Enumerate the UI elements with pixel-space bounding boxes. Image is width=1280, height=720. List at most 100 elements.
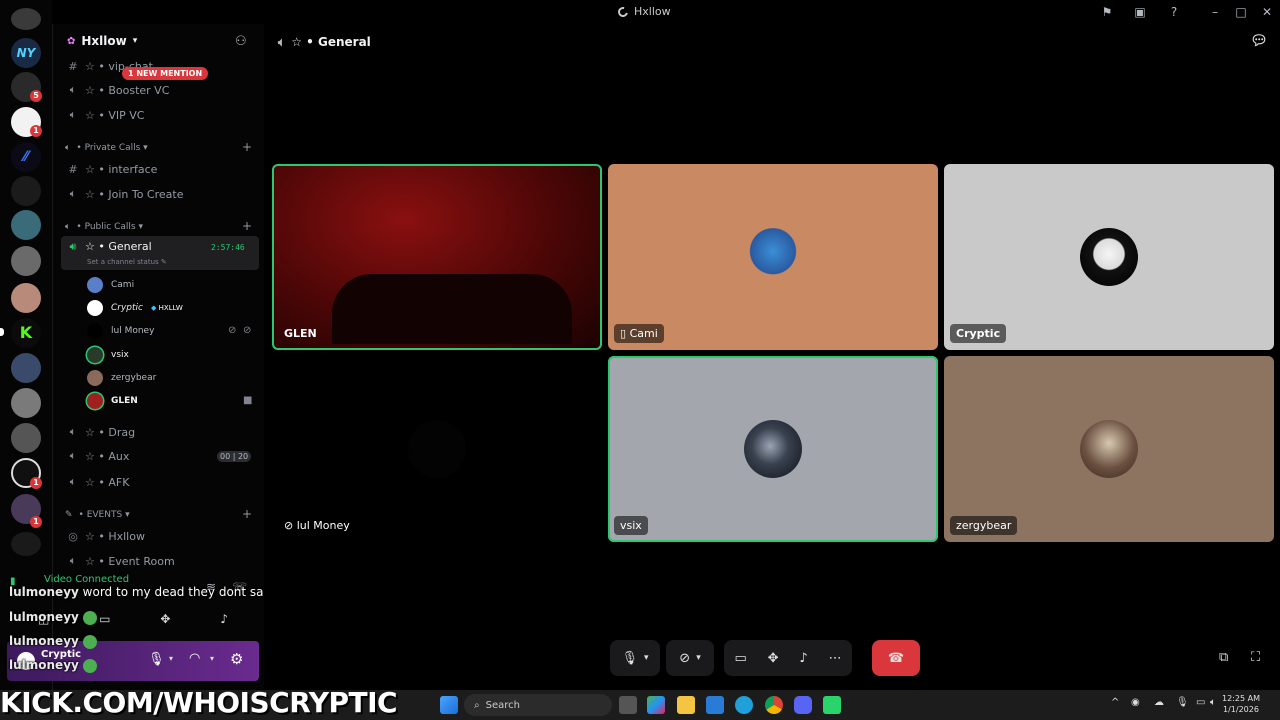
- server-icon[interactable]: [11, 532, 41, 556]
- microphone-icon[interactable]: 🎙︎: [148, 652, 165, 667]
- chevron-down-icon[interactable]: ▾: [210, 654, 214, 663]
- activities-icon[interactable]: ✥: [768, 651, 779, 666]
- invite-people-icon[interactable]: ⚇: [235, 34, 247, 49]
- video-tile-vsix[interactable]: vsix: [608, 356, 938, 542]
- tray-chevron-up-icon[interactable]: ^: [1111, 697, 1119, 708]
- add-channel-icon[interactable]: +: [242, 507, 252, 521]
- windows-start-icon[interactable]: [440, 696, 458, 714]
- mute-button[interactable]: 🎙︎ ▾: [610, 640, 660, 676]
- headphones-icon[interactable]: ◠: [189, 651, 200, 666]
- store-icon[interactable]: [706, 696, 724, 714]
- maximize-icon[interactable]: □: [1233, 4, 1249, 20]
- server-icon[interactable]: [11, 176, 41, 206]
- channel-drag[interactable]: 🔈︎ ☆ • Drag: [61, 421, 259, 443]
- minimize-icon[interactable]: –: [1207, 4, 1223, 20]
- channel-join-to-create[interactable]: 🔈︎ ☆ • Join To Create: [61, 183, 259, 205]
- video-tile-cami[interactable]: ▯ Cami: [608, 164, 938, 350]
- channel-afk[interactable]: 🔈︎ ☆ • AFK: [61, 471, 259, 493]
- server-icon[interactable]: [11, 423, 41, 453]
- taskbar-clock[interactable]: 12:25 AM 1/1/2026: [1222, 693, 1260, 715]
- chat-nick: lulmoneyy: [9, 658, 79, 672]
- category-private-calls[interactable]: 🔈︎ • Private Calls ▾: [65, 143, 148, 153]
- avatar: [87, 347, 103, 363]
- flag-icon[interactable]: ⚑: [1099, 4, 1115, 20]
- edge-icon[interactable]: [735, 696, 753, 714]
- task-view-icon[interactable]: [619, 696, 637, 714]
- server-icon[interactable]: [11, 210, 41, 240]
- tile-name-label: zergybear: [950, 516, 1018, 535]
- chrome-icon[interactable]: [765, 696, 783, 714]
- video-tile-cryptic[interactable]: Cryptic: [944, 164, 1274, 350]
- notification-badge: 1: [30, 477, 42, 489]
- tray-mic-icon[interactable]: 🎙︎: [1176, 697, 1189, 708]
- camera-button[interactable]: ⊘ ▾: [666, 640, 714, 676]
- stage-icon: ◎: [68, 529, 78, 543]
- voice-member-cryptic[interactable]: Cryptic ◆ HXLLW: [87, 299, 183, 317]
- video-tile-lul-money[interactable]: ⊘ lul Money: [272, 356, 602, 542]
- guild-tag: ◆ HXLLW: [151, 304, 183, 312]
- channel-label: ☆ • Join To Create: [85, 187, 184, 201]
- activities-icon[interactable]: ✥: [160, 612, 170, 626]
- server-icon[interactable]: [11, 388, 41, 418]
- server-icon-kick[interactable]: K: [11, 318, 41, 348]
- server-icon-ny[interactable]: NY: [11, 38, 41, 68]
- add-channel-icon[interactable]: +: [242, 219, 252, 233]
- help-icon[interactable]: ?: [1166, 4, 1182, 20]
- soundboard-icon[interactable]: ♪: [799, 651, 807, 666]
- channel-aux[interactable]: 🔈︎ ☆ • Aux 00 | 20: [61, 445, 259, 467]
- category-public-calls[interactable]: 🔈︎ • Public Calls ▾: [65, 222, 143, 232]
- video-subject: [332, 274, 572, 344]
- moon-icon: [616, 4, 630, 19]
- chevron-down-icon[interactable]: ▾: [169, 654, 173, 663]
- fullscreen-icon[interactable]: ⛶: [1251, 650, 1260, 665]
- server-icon[interactable]: [11, 353, 41, 383]
- voice-member-zergybear[interactable]: zergybear: [87, 369, 156, 387]
- settings-gear-icon[interactable]: ⚙: [230, 650, 243, 668]
- channel-interface[interactable]: # ☆ • interface: [61, 158, 259, 180]
- channel-vip-vc[interactable]: 🔈︎ ☆ • VIP VC: [61, 104, 259, 126]
- tray-volume-icon[interactable]: 🔈︎: [1210, 697, 1216, 708]
- server-icon[interactable]: [11, 246, 41, 276]
- video-tile-zergybear[interactable]: zergybear: [944, 356, 1274, 542]
- tray-app-icon[interactable]: ◉: [1131, 697, 1140, 708]
- screen-share-icon[interactable]: ▭: [99, 612, 110, 626]
- server-icon[interactable]: ⁄⁄: [11, 142, 41, 172]
- avatar: [1080, 420, 1138, 478]
- chat-bubble-icon[interactable]: 💬︎: [1250, 33, 1268, 49]
- popout-icon[interactable]: ⧉: [1219, 650, 1228, 665]
- screen-share-icon[interactable]: ▭: [734, 651, 746, 666]
- channel-status-link[interactable]: Set a channel status ✎: [87, 258, 167, 266]
- voice-member-glen[interactable]: GLEN: [87, 392, 138, 410]
- voice-member-lul-money[interactable]: lul Money: [87, 322, 154, 340]
- more-options-icon[interactable]: ⋯: [829, 651, 842, 666]
- channel-hxllow[interactable]: ◎ ☆ • Hxllow: [61, 525, 259, 547]
- muted-mic-icon: ⊘: [228, 325, 237, 336]
- chat-message: lulmoneyy: [9, 610, 97, 625]
- server-icon[interactable]: [11, 8, 41, 30]
- server-name: Hxllow: [81, 34, 127, 48]
- tray-cloud-icon[interactable]: ☁: [1154, 697, 1164, 708]
- tray-display-icon[interactable]: ▭: [1196, 697, 1205, 708]
- copilot-icon[interactable]: [647, 696, 665, 714]
- voice-member-cami[interactable]: Cami: [87, 276, 134, 294]
- taskbar-search[interactable]: ⌕ Search: [464, 694, 612, 716]
- speaker-icon: 🔈︎: [278, 34, 286, 49]
- voice-member-vsix[interactable]: vsix: [87, 346, 129, 364]
- add-channel-icon[interactable]: +: [242, 140, 252, 154]
- channel-general[interactable]: 🔊︎ ☆ • General 2:57:46 Set a channel sta…: [61, 236, 259, 270]
- speaker-icon: 🔈︎: [69, 554, 77, 567]
- hash-icon: #: [68, 59, 78, 73]
- category-events[interactable]: ✎ • EVENTS ▾: [65, 510, 130, 520]
- server-icon[interactable]: [11, 283, 41, 313]
- server-header[interactable]: ✿ Hxllow ▾ ⚇: [53, 24, 265, 58]
- file-explorer-icon[interactable]: [677, 696, 695, 714]
- soundboard-icon[interactable]: ♪: [220, 612, 228, 626]
- inbox-icon[interactable]: ▣: [1132, 4, 1148, 20]
- channel-event-room[interactable]: 🔈︎ ☆ • Event Room: [61, 550, 259, 572]
- app-icon[interactable]: [823, 696, 841, 714]
- close-icon[interactable]: ✕: [1259, 4, 1275, 20]
- channel-booster-vc[interactable]: 🔈︎ ☆ • Booster VC: [61, 79, 259, 101]
- video-tile-glen[interactable]: GLEN: [272, 164, 602, 350]
- disconnect-button[interactable]: ☎: [872, 640, 920, 676]
- discord-icon[interactable]: [794, 696, 812, 714]
